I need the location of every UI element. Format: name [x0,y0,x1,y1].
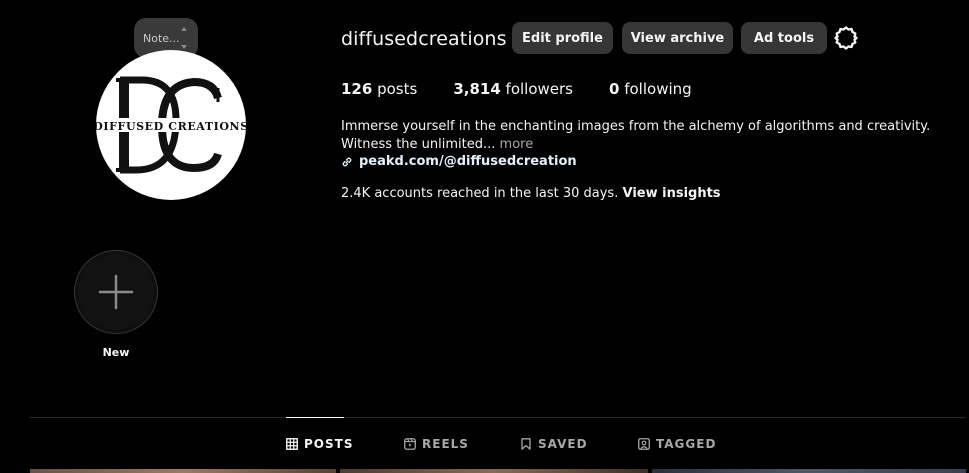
followers-label: followers [505,80,573,98]
tab-saved[interactable]: SAVED [520,437,588,451]
followers-count: 3,814 [453,80,501,98]
bookmark-icon [521,438,531,450]
bio-link[interactable]: peakd.com/@diffusedcreation [341,154,577,169]
tab-reels[interactable]: REELS [404,437,469,451]
following-count: 0 [609,80,620,98]
new-highlight-label: New [102,346,130,359]
posts-stat: 126 posts [341,80,417,98]
insights-text: 2.4K accounts reached in the last 30 day… [341,186,619,201]
posts-count: 126 [341,80,373,98]
tagged-icon [638,438,650,450]
insights: 2.4K accounts reached in the last 30 day… [341,186,721,201]
tab-tagged-label: TAGGED [656,437,717,451]
link-icon [342,157,352,166]
profile-stats: 126 posts 3,814 followers 0 following [341,80,728,98]
active-tab-indicator [286,417,344,418]
plus-icon [98,274,134,310]
post-thumbnail[interactable] [652,469,966,473]
tab-posts[interactable]: POSTS [286,437,353,451]
new-highlight-button[interactable] [74,250,158,334]
posts-label: posts [377,80,418,98]
view-insights-link[interactable]: View insights [622,186,720,201]
following-stat[interactable]: 0 following [609,80,692,98]
tab-reels-label: REELS [422,437,469,451]
reels-icon [404,438,416,450]
tab-posts-label: POSTS [304,437,354,451]
avatar-logo-text: DIFFUSED CREATIONS [96,120,246,133]
followers-stat[interactable]: 3,814 followers [453,80,573,98]
username: diffusedcreations [341,28,507,50]
bio-text: Immerse yourself in the enchanting image… [341,119,931,152]
note-spinner-icon [178,27,190,49]
tab-tagged[interactable]: TAGGED [638,437,716,451]
grid-icon [286,438,298,450]
tabs-divider [30,417,966,418]
bio-more-link[interactable]: more [500,137,534,152]
view-archive-button[interactable]: View archive [622,22,733,54]
post-thumbnail[interactable] [30,469,336,473]
gear-icon[interactable] [833,25,859,51]
profile-page: Note... DIFFUSED CREATIONS New diffusedc… [0,0,969,473]
avatar[interactable]: DIFFUSED CREATIONS [96,50,246,200]
post-thumbnail[interactable] [340,469,648,473]
bio: Immerse yourself in the enchanting image… [341,118,961,154]
edit-profile-button[interactable]: Edit profile [512,22,613,54]
following-label: following [624,80,692,98]
ad-tools-button[interactable]: Ad tools [741,22,827,54]
diffused-creations-logo: DIFFUSED CREATIONS [96,76,246,174]
note-text: Note... [143,31,180,45]
bio-link-text: peakd.com/@diffusedcreation [359,154,577,169]
tab-saved-label: SAVED [538,437,588,451]
